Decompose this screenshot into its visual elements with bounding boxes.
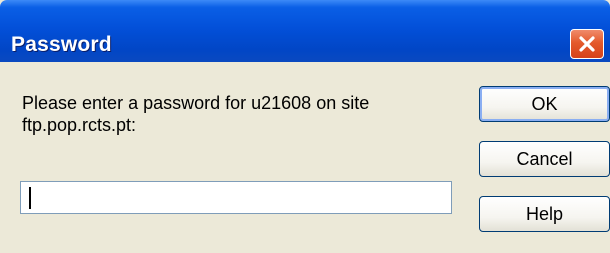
close-button[interactable] bbox=[570, 29, 604, 59]
text-caret bbox=[29, 187, 31, 209]
password-dialog: Password Please enter a password for u21… bbox=[0, 0, 610, 253]
prompt-line-1: Please enter a password for u21608 on si… bbox=[22, 93, 370, 113]
dialog-body: Please enter a password for u21608 on si… bbox=[0, 62, 610, 253]
prompt-text: Please enter a password for u21608 on si… bbox=[22, 92, 452, 136]
close-icon bbox=[579, 36, 595, 52]
password-input[interactable] bbox=[20, 181, 452, 214]
window-title: Password bbox=[11, 33, 112, 56]
cancel-button[interactable]: Cancel bbox=[479, 141, 610, 177]
ok-button[interactable]: OK bbox=[479, 86, 610, 122]
title-bar[interactable]: Password bbox=[0, 0, 610, 62]
help-button[interactable]: Help bbox=[479, 196, 610, 232]
prompt-line-2: ftp.pop.rcts.pt: bbox=[22, 115, 137, 135]
